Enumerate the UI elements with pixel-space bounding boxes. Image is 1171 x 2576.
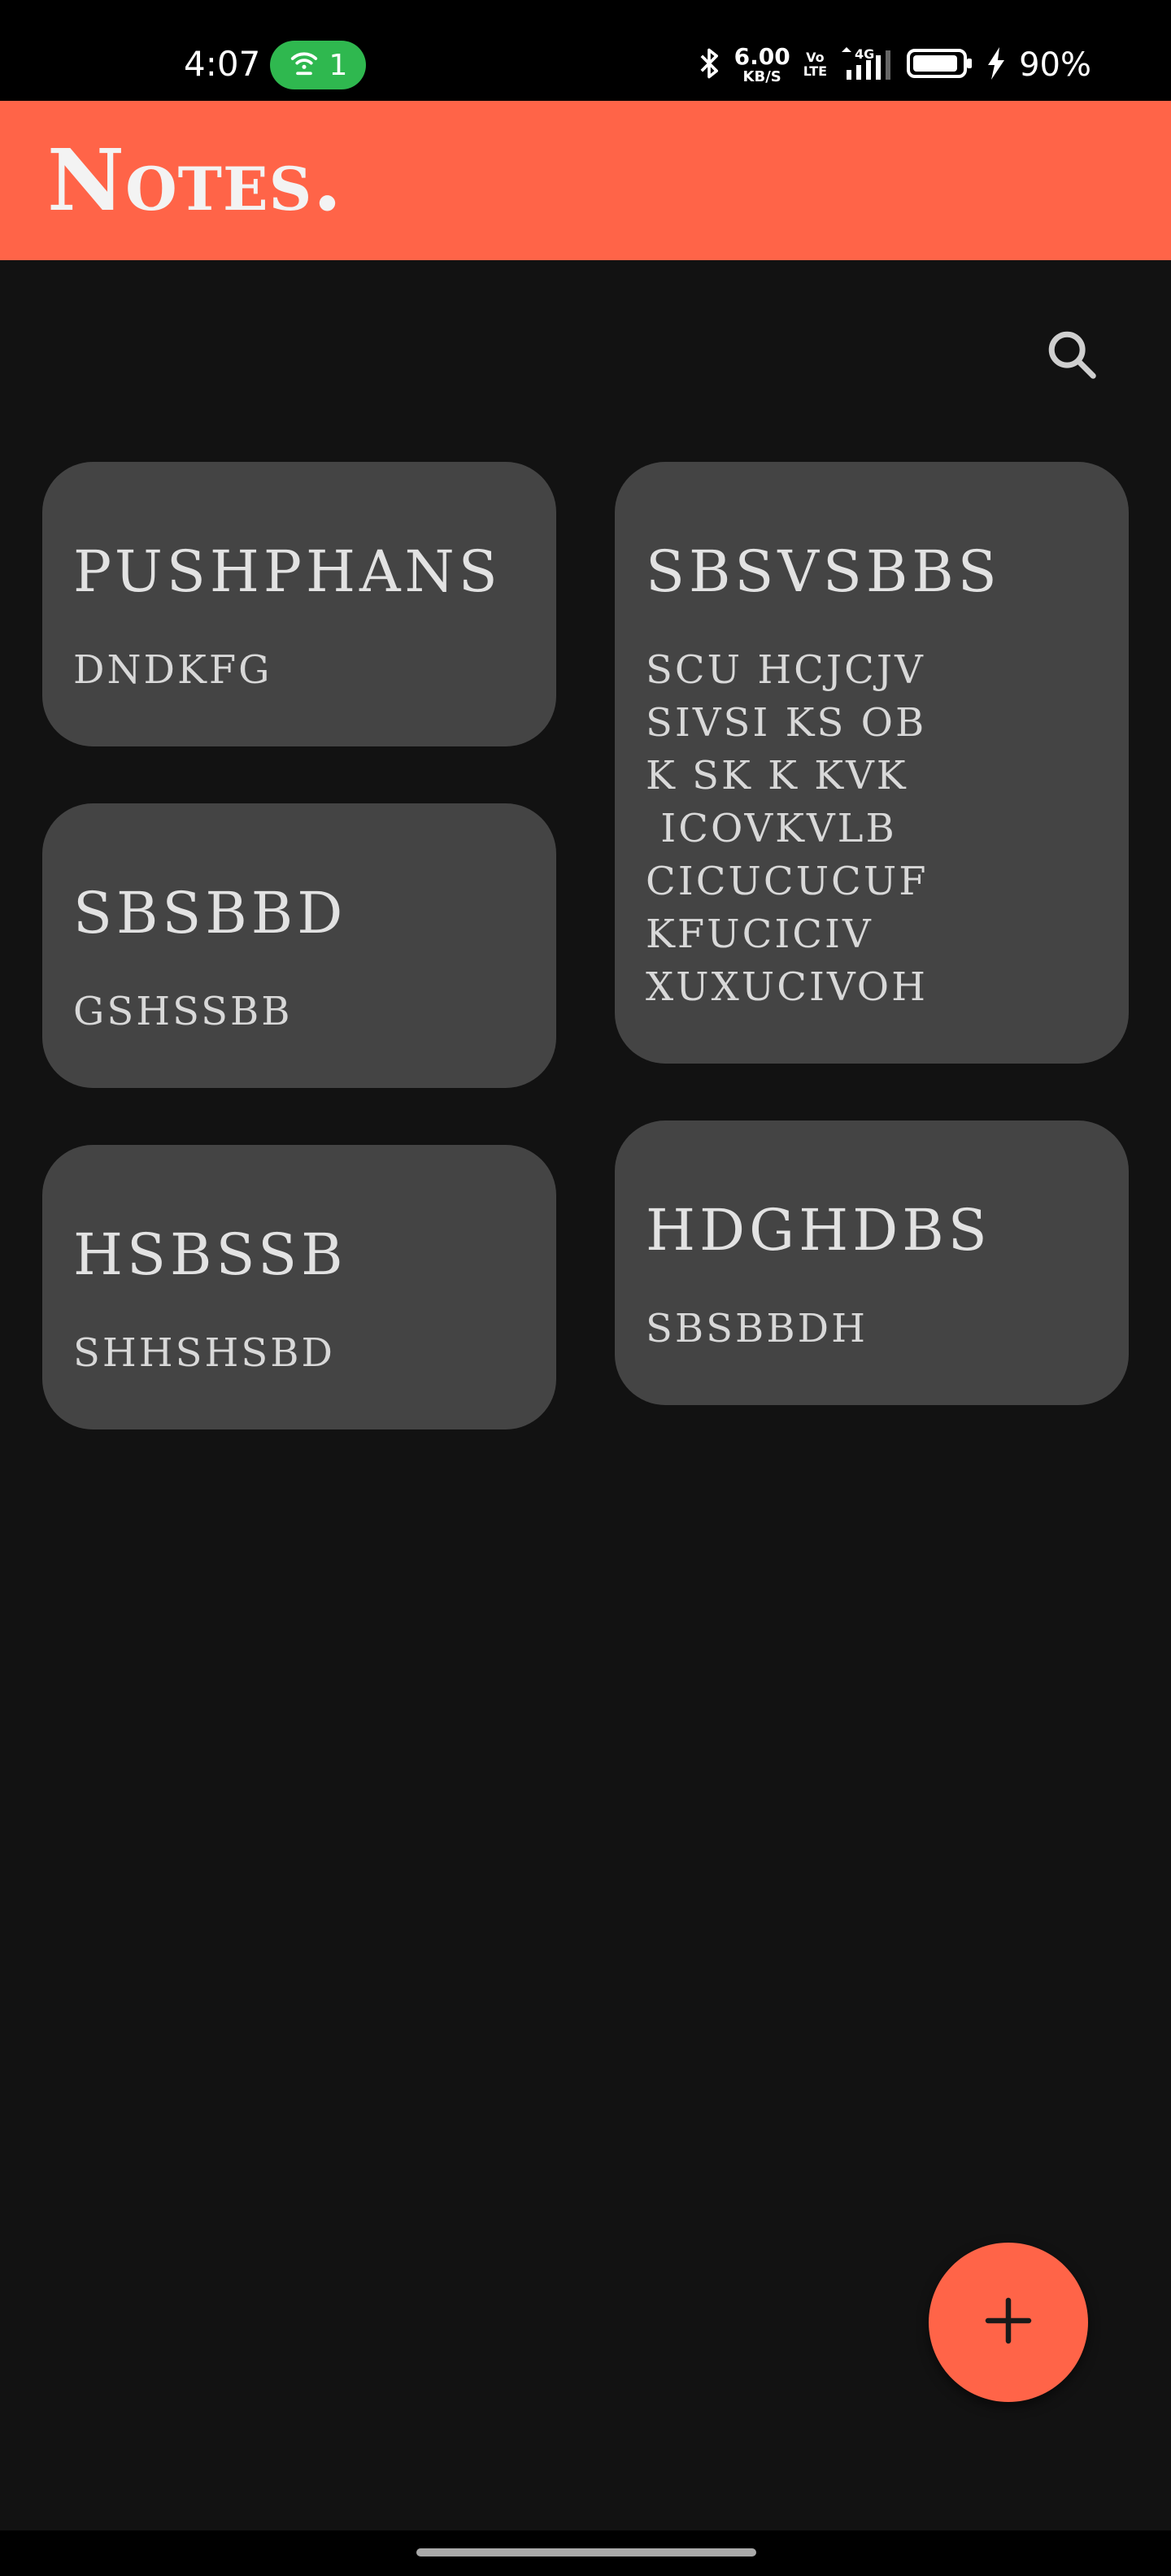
add-note-button[interactable] (929, 2243, 1088, 2402)
note-body: SHHSHSBD (73, 1330, 335, 1376)
app-title: Notes. (47, 130, 343, 230)
volte-bottom: LTE (803, 63, 828, 79)
network-type: 4G (855, 46, 874, 62)
note-card[interactable]: SBSVSBBS SCU HCJCJV SIVSI KS OB K SK K K… (615, 462, 1129, 1064)
note-title: PUSHPHANS (73, 538, 502, 605)
note-title: SBSVSBBS (646, 538, 1001, 605)
home-indicator[interactable] (416, 2548, 756, 2556)
app-bar: Notes. (0, 101, 1171, 260)
note-title: HSBSSB (73, 1221, 347, 1288)
search-button[interactable] (1038, 322, 1106, 390)
hotspot-icon (289, 46, 320, 85)
hotspot-indicator[interactable]: 1 (270, 41, 366, 89)
note-body: GSHSSBB (73, 989, 293, 1034)
note-card[interactable]: HDGHDBS SBSBBDH (615, 1120, 1129, 1405)
note-body: SBSBBDH (646, 1306, 868, 1351)
note-card[interactable]: HSBSSB SHHSHSBD (42, 1145, 556, 1429)
note-card[interactable]: SBSBBD GSHSSBB (42, 803, 556, 1088)
status-icons: 6.00 KB/S Vo LTE 4G 90% (697, 39, 1091, 91)
note-title: HDGHDBS (646, 1197, 991, 1264)
signal-icon: 4G (840, 46, 894, 85)
hotspot-count: 1 (329, 48, 348, 82)
note-body: SCU HCJCJV SIVSI KS OB K SK K KVK ICOVKV… (646, 647, 929, 1010)
status-time: 4:07 (184, 44, 261, 84)
battery-percent: 90% (1019, 46, 1091, 84)
note-body: DNDKFG (73, 647, 272, 693)
search-icon (1043, 326, 1100, 386)
battery-icon (907, 46, 973, 85)
charging-icon (986, 47, 1006, 83)
network-speed-value: 6.00 (734, 43, 790, 70)
note-title: SBSBBD (73, 880, 347, 946)
volte-indicator: Vo LTE (803, 50, 828, 79)
plus-icon (984, 2296, 1033, 2348)
network-speed: 6.00 KB/S (734, 46, 790, 85)
bluetooth-icon (697, 46, 721, 85)
note-card[interactable]: PUSHPHANS DNDKFG (42, 462, 556, 746)
navigation-bar (0, 2530, 1171, 2576)
status-bar: 4:07 1 6.00 KB/S Vo LTE 4G 90% (0, 0, 1171, 101)
network-speed-unit: KB/S (742, 68, 781, 85)
